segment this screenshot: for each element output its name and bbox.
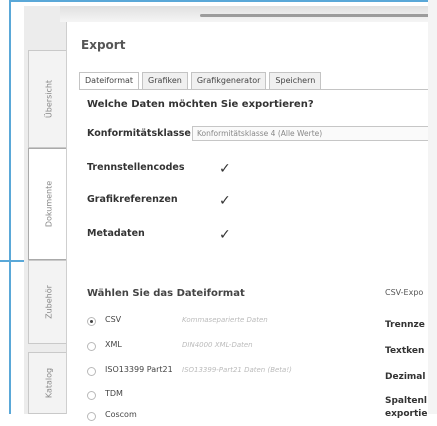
window-titlebar (60, 6, 437, 22)
option-label-metadaten: Metadaten (87, 228, 145, 239)
format-row-csv[interactable]: CSV Kommaseparierte Daten (87, 315, 387, 331)
tab-divider (79, 89, 437, 90)
vtab-label: Übersicht (44, 79, 53, 119)
csv-label-exportieren: exportie (385, 409, 428, 419)
grafikreferenzen-checkbox[interactable]: ✓ (219, 194, 231, 208)
metadaten-checkbox[interactable]: ✓ (219, 228, 231, 242)
format-name: TDM (105, 389, 123, 398)
format-desc: ISO13399-Part21 Daten (Beta!) (182, 366, 292, 374)
format-name: XML (105, 340, 122, 349)
tab-grafikgenerator[interactable]: Grafikgenerator (190, 72, 267, 90)
window-edge (428, 0, 437, 414)
format-section-title: Wählen Sie das Dateiformat (87, 288, 245, 299)
format-name: ISO13399 Part21 (105, 365, 173, 374)
radio-iso13399[interactable] (87, 367, 96, 376)
radio-coscom[interactable] (87, 412, 96, 421)
format-row-tdm[interactable]: TDM (87, 389, 387, 405)
vtab-dokumente[interactable]: Dokumente (28, 148, 68, 260)
page-title: Export (81, 38, 126, 52)
radio-tdm[interactable] (87, 391, 96, 400)
radio-csv[interactable] (87, 317, 96, 326)
vtab-label: Dokumente (44, 180, 53, 228)
csv-label-trennzeichen: Trennze (385, 320, 425, 330)
format-desc: Kommaseparierte Daten (182, 316, 268, 324)
vtab-uebersicht[interactable]: Übersicht (28, 50, 68, 148)
konformitaet-select[interactable]: Konformitätsklasse 4 (Alle Werte) (192, 126, 437, 141)
csv-label-dezimal: Dezimal (385, 372, 426, 382)
option-label-trennstellencodes: Trennstellencodes (87, 162, 185, 173)
export-tabs: Dateiformat Grafiken Grafikgenerator Spe… (79, 72, 322, 90)
konformitaet-label: Konformitätsklasse (87, 128, 191, 139)
vtab-zubehoer[interactable]: Zubehör (28, 260, 68, 344)
format-row-xml[interactable]: XML DIN4000 XML-Daten (87, 340, 387, 356)
csv-label-spalten: Spaltenl (385, 396, 427, 406)
format-row-coscom[interactable]: Coscom (87, 410, 387, 426)
export-question: Welche Daten möchten Sie exportieren? (87, 99, 314, 110)
trennstellencodes-checkbox[interactable]: ✓ (219, 162, 231, 176)
tab-dateiformat[interactable]: Dateiformat (79, 72, 140, 90)
format-desc: DIN4000 XML-Daten (182, 341, 253, 349)
vtab-katalog[interactable]: Katalog (28, 352, 68, 414)
vtab-label: Zubehör (44, 285, 53, 319)
csv-label-textkennung: Textken (385, 346, 425, 356)
resize-grip[interactable] (200, 14, 437, 17)
tab-grafiken[interactable]: Grafiken (142, 72, 188, 90)
option-label-grafikreferenzen: Grafikreferenzen (87, 194, 178, 205)
format-name: CSV (105, 315, 122, 324)
tab-speichern[interactable]: Speichern (269, 72, 322, 90)
csv-export-heading: CSV-Expo (385, 288, 424, 297)
export-panel: Export Dateiformat Grafiken Grafikgenera… (66, 22, 437, 421)
radio-xml[interactable] (87, 342, 96, 351)
format-name: Coscom (105, 410, 137, 419)
format-row-iso13399[interactable]: ISO13399 Part21 ISO13399-Part21 Daten (B… (87, 365, 387, 381)
vtab-label: Katalog (44, 367, 53, 399)
